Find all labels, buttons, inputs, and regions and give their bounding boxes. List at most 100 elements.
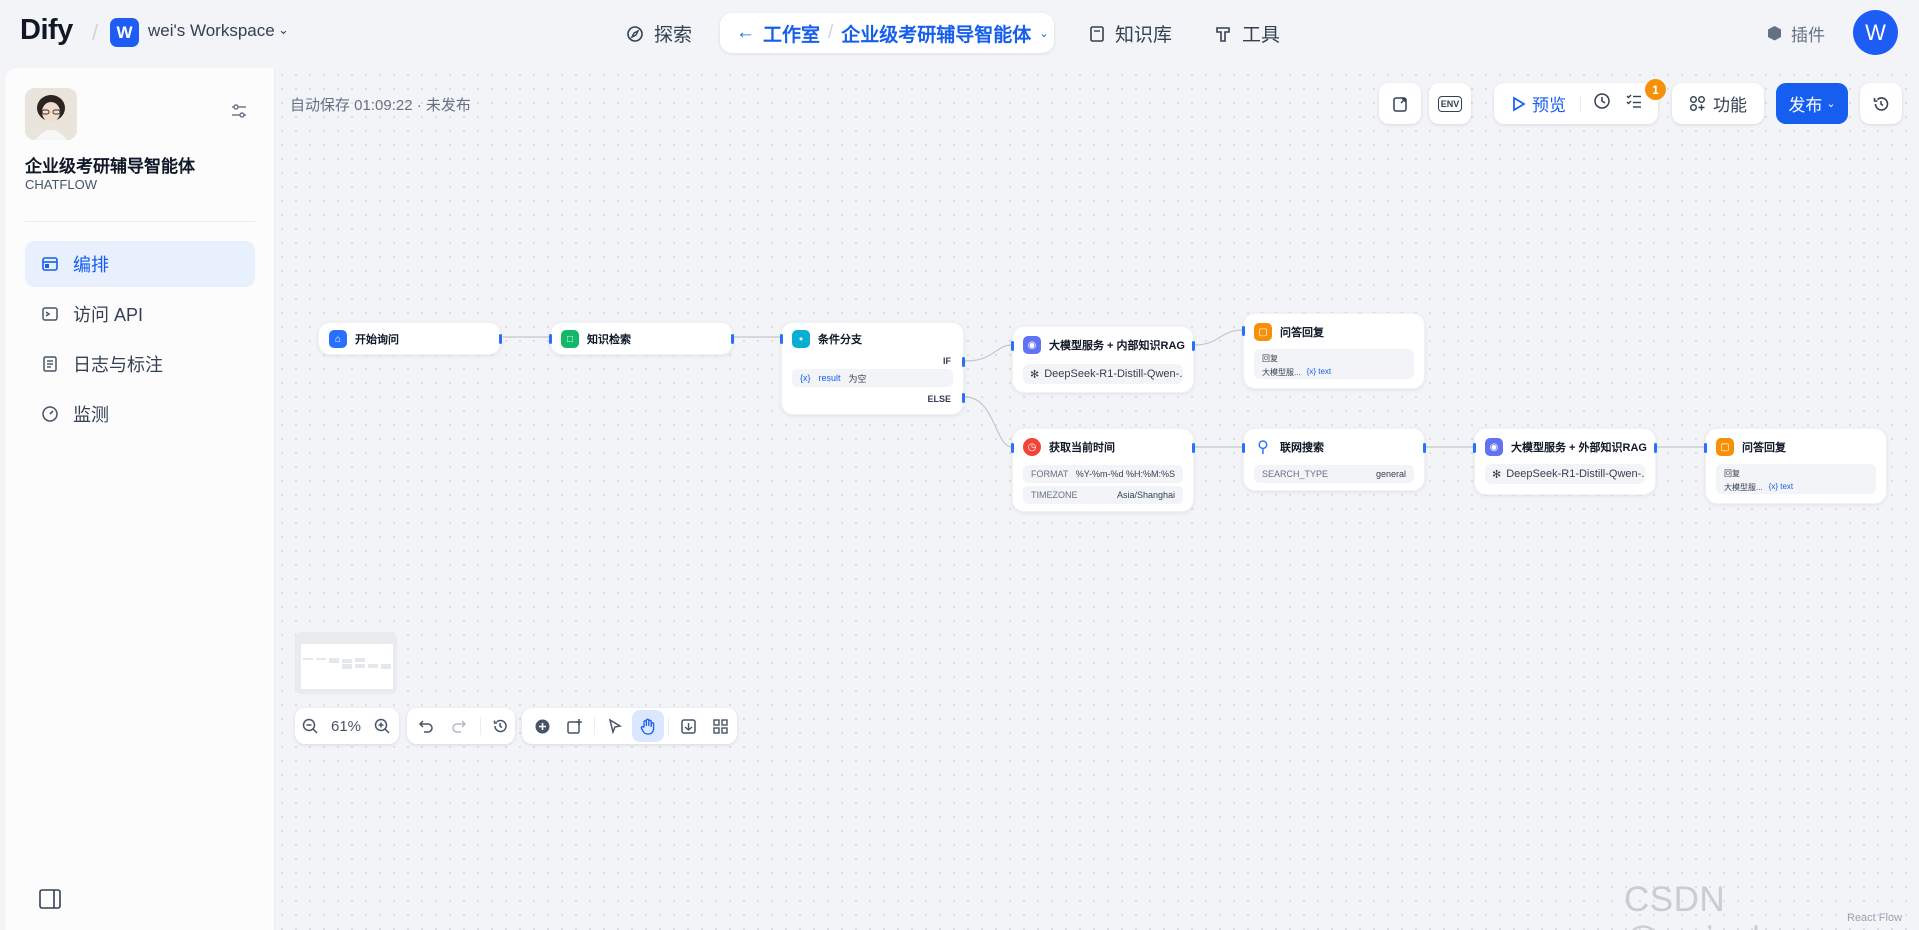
node-title: 问答回复 — [1742, 442, 1786, 454]
condition-row[interactable]: {x} result 为空 — [792, 369, 953, 387]
hand-icon[interactable] — [631, 710, 664, 742]
zoom-out-icon[interactable] — [295, 708, 325, 744]
if-output-handle[interactable] — [962, 357, 965, 367]
input-handle[interactable] — [1011, 341, 1014, 351]
chevron-down-icon[interactable]: ⌄ — [278, 22, 289, 38]
answer-label: 回复 — [1262, 354, 1278, 363]
sidebar-item-label: 编排 — [73, 255, 109, 275]
input-handle[interactable] — [549, 334, 552, 344]
edge — [1193, 329, 1244, 346]
history-icon[interactable] — [485, 708, 515, 744]
edge — [964, 396, 1013, 448]
divider — [480, 717, 482, 735]
cube-icon — [1768, 26, 1781, 41]
node-answer-1[interactable]: ▢ 问答回复 回复 大模型服... {x} text — [1242, 313, 1425, 389]
layout-icon — [42, 257, 58, 271]
chevron-down-icon[interactable]: ⌄ — [1039, 27, 1048, 40]
nav-knowledge-label: 知识库 — [1115, 25, 1173, 46]
output-handle[interactable] — [731, 334, 734, 344]
plugins-button[interactable]: 插件 — [1766, 21, 1825, 46]
zoom-in-icon[interactable] — [367, 708, 397, 744]
nav-tools[interactable]: 工具 — [1214, 20, 1280, 47]
app-settings-icon[interactable] — [230, 102, 248, 125]
input-handle[interactable] — [1242, 443, 1245, 453]
answer-content: 回复 大模型服... {x} text — [1716, 464, 1876, 494]
node-title: 联网搜索 — [1280, 442, 1324, 454]
add-node-icon[interactable] — [526, 708, 558, 744]
zoom-level[interactable]: 61% — [325, 718, 367, 735]
if-label: IF — [943, 356, 951, 366]
answer-label: 回复 — [1724, 469, 1740, 478]
zoom-controls: 61% — [295, 708, 399, 744]
search-icon: ⚲ — [1254, 438, 1272, 456]
input-handle[interactable] — [1473, 443, 1476, 453]
react-flow-attribution[interactable]: React Flow — [1847, 912, 1902, 924]
workspace-name[interactable]: wei's Workspace — [148, 21, 275, 41]
plugins-label: 插件 — [1791, 26, 1825, 45]
input-handle[interactable] — [1011, 443, 1014, 453]
model-name: DeepSeek-R1-Distill-Qwen-... — [1044, 368, 1183, 380]
sidebar-item-logs[interactable]: 日志与标注 — [25, 341, 255, 387]
output-handle[interactable] — [1423, 443, 1426, 453]
divider — [594, 717, 596, 735]
node-start[interactable]: ⌂ 开始询问 — [318, 322, 502, 355]
answer-source: 大模型服... — [1262, 368, 1301, 377]
output-handle[interactable] — [499, 334, 502, 344]
collapse-sidebar-icon[interactable] — [39, 889, 61, 914]
timezone-value: Asia/Shanghai — [1116, 490, 1175, 500]
sidebar-item-monitor[interactable]: 监测 — [25, 391, 255, 437]
condition-operator: 为空 — [848, 373, 867, 384]
nav-explore-label: 探索 — [654, 25, 693, 46]
model-selector[interactable]: ✻ DeepSeek-R1-Distill-Qwen-... — [1023, 364, 1183, 384]
workflow-canvas[interactable]: 自动保存 01:09:22 · 未发布 ENV 预览 1 功能 发布 ⌄ ⌂ 开… — [275, 68, 1919, 930]
nav-studio-pill[interactable]: ← 工作室 / 企业级考研辅导智能体 ⌄ — [720, 13, 1054, 53]
else-label: ELSE — [927, 394, 951, 404]
answer-icon: ▢ — [1716, 438, 1734, 456]
edge — [964, 344, 1013, 362]
app-name: 企业级考研辅导智能体 — [25, 157, 195, 176]
dify-logo[interactable]: Dify — [20, 14, 73, 47]
nav-explore[interactable]: 探索 — [626, 20, 692, 47]
node-web-search[interactable]: ⚲ 联网搜索 SEARCH_TYPE general — [1242, 428, 1426, 491]
arrow-left-icon[interactable]: ← — [736, 22, 755, 44]
add-note-icon[interactable] — [558, 708, 590, 744]
input-handle[interactable] — [780, 334, 783, 344]
node-answer-2[interactable]: ▢ 问答回复 回复 大模型服... {x} text — [1704, 428, 1887, 504]
nav-knowledge[interactable]: 知识库 — [1089, 20, 1172, 47]
search-type-row: SEARCH_TYPE general — [1254, 465, 1414, 483]
undo-icon[interactable] — [409, 708, 443, 744]
breadcrumb-separator: / — [92, 20, 99, 45]
sidebar-item-api[interactable]: 访问 API — [25, 291, 255, 337]
sidebar-item-orchestrate[interactable]: 编排 — [25, 241, 255, 287]
minimap-viewport[interactable] — [301, 644, 393, 689]
organize-layout-icon[interactable] — [705, 708, 737, 744]
model-selector[interactable]: ✻ DeepSeek-R1-Distill-Qwen-... — [1485, 464, 1645, 484]
nav-tools-label: 工具 — [1242, 25, 1281, 46]
node-if-else[interactable]: ⋆ 条件分支 IF {x} result 为空 ELSE — [780, 322, 965, 415]
node-current-time[interactable]: ◷ 获取当前时间 FORMAT %Y-%m-%d %H:%M:%S TIMEZO… — [1011, 428, 1195, 512]
nav-studio-label[interactable]: 工作室 — [763, 20, 820, 47]
node-llm-internal[interactable]: ◉ 大模型服务 + 内部知识RAG ✻ DeepSeek-R1-Distill-… — [1011, 326, 1195, 393]
output-handle[interactable] — [1654, 443, 1657, 453]
log-icon — [43, 356, 57, 372]
output-handle[interactable] — [1192, 341, 1195, 351]
user-avatar[interactable]: W — [1853, 10, 1898, 55]
node-llm-external[interactable]: ◉ 大模型服务 + 外部知识RAG ✻ DeepSeek-R1-Distill-… — [1473, 428, 1657, 495]
answer-icon: ▢ — [1254, 323, 1272, 341]
divider — [667, 717, 669, 735]
else-output-handle[interactable] — [962, 393, 965, 403]
condition-variable: result — [818, 373, 841, 383]
node-title: 获取当前时间 — [1049, 442, 1115, 454]
input-handle[interactable] — [1242, 326, 1245, 336]
pointer-icon[interactable] — [599, 708, 631, 744]
output-handle[interactable] — [1192, 443, 1195, 453]
workspace-avatar[interactable]: W — [110, 18, 139, 47]
minimap[interactable] — [295, 632, 397, 694]
redo-icon[interactable] — [443, 708, 477, 744]
input-handle[interactable] — [1704, 443, 1707, 453]
book-icon: □ — [561, 330, 579, 348]
current-app-label[interactable]: 企业级考研辅导智能体 — [841, 20, 1031, 47]
export-image-icon[interactable] — [673, 708, 705, 744]
app-avatar — [25, 88, 77, 140]
node-knowledge-retrieval[interactable]: □ 知识检索 — [549, 322, 734, 355]
